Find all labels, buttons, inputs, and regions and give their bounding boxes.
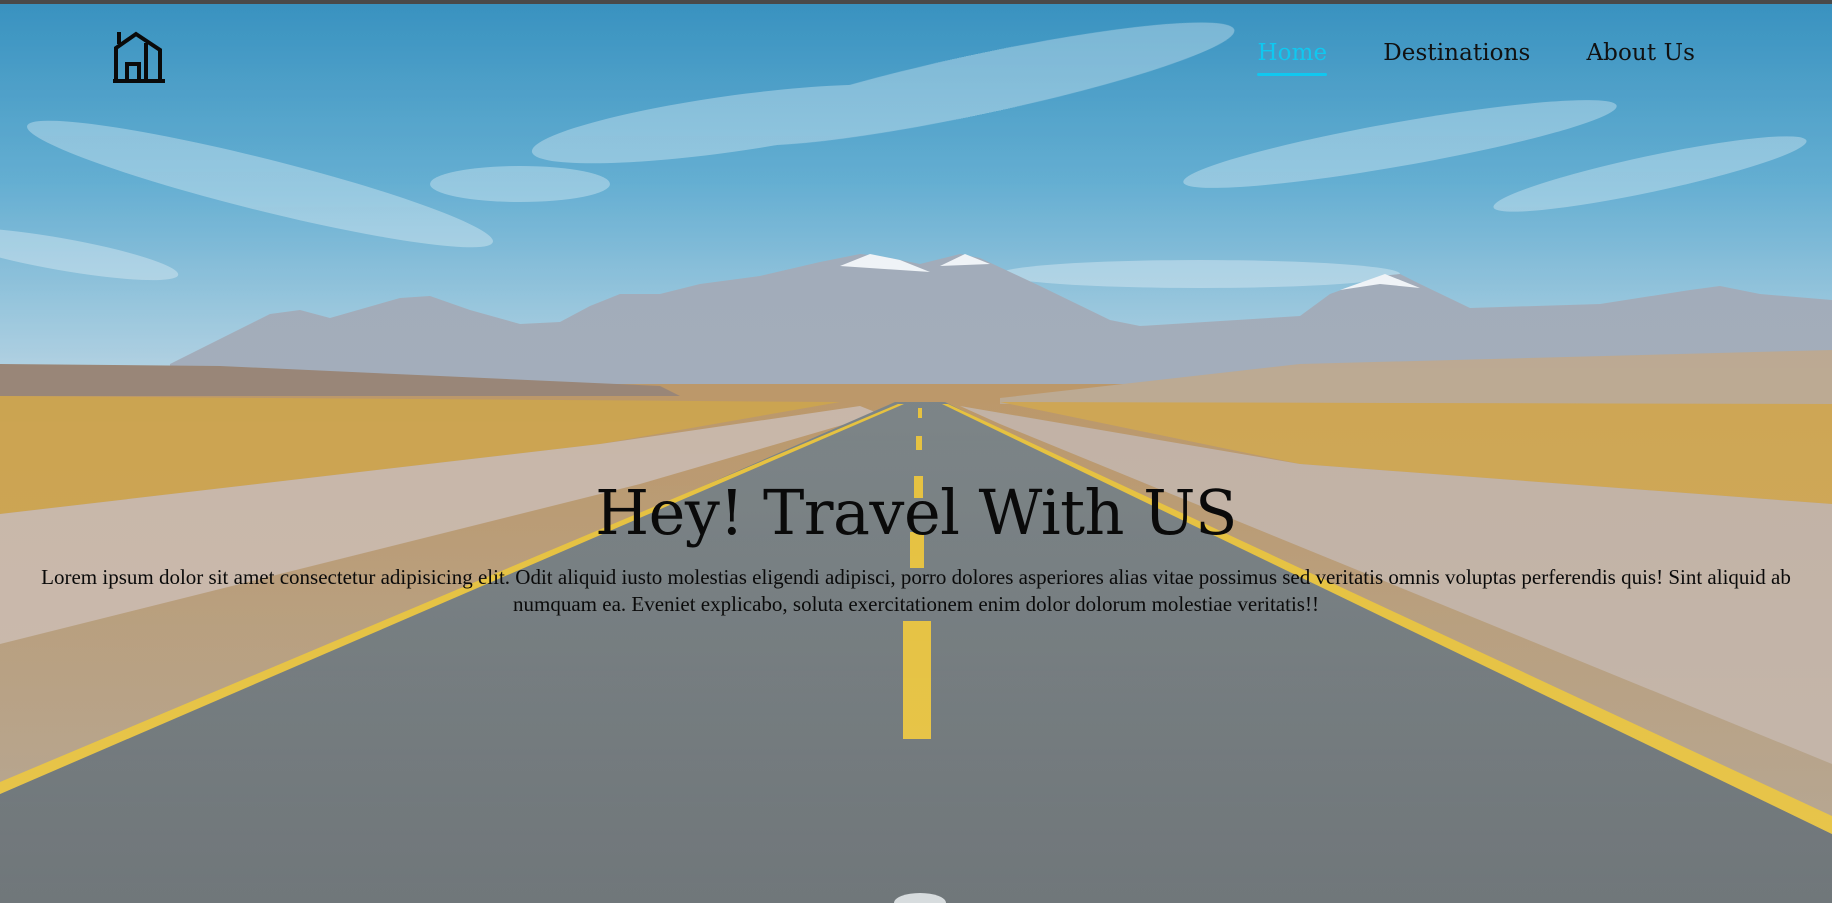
browser-top-bar: [0, 0, 1832, 4]
nav-link-home[interactable]: Home: [1257, 40, 1327, 76]
site-header: Home Destinations About Us: [0, 4, 1832, 94]
hero-description: Lorem ipsum dolor sit amet consectetur a…: [41, 565, 1791, 616]
nav-link-destinations[interactable]: Destinations: [1383, 40, 1530, 76]
nav-link-about-us[interactable]: About Us: [1586, 40, 1695, 76]
hero-section: Hey! Travel With US Lorem ipsum dolor si…: [0, 476, 1832, 618]
house-icon[interactable]: [110, 28, 168, 84]
main-navigation: Home Destinations About Us: [1257, 40, 1695, 76]
hero-background-road-landscape: [0, 4, 1832, 903]
hero-title: Hey! Travel With US: [595, 476, 1237, 549]
